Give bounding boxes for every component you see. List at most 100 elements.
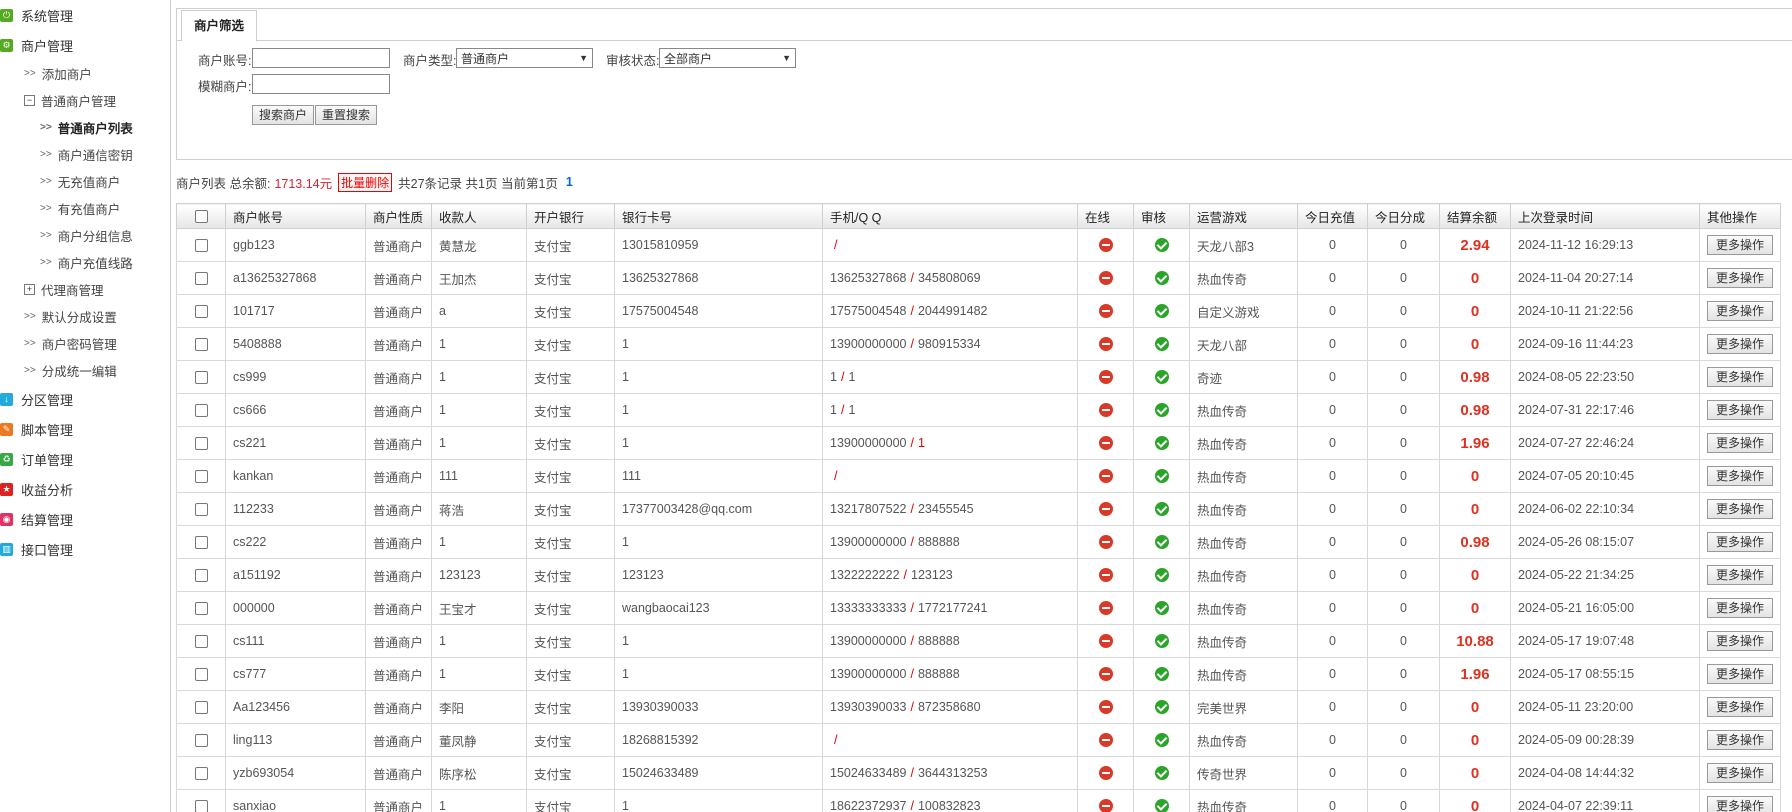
- sidebar-item-6[interactable]: >> 无充值商户: [0, 168, 170, 195]
- row-checkbox[interactable]: [194, 668, 208, 682]
- row-checkbox[interactable]: [194, 404, 208, 418]
- balance: 0: [1470, 302, 1480, 320]
- qq: 1772177241: [917, 601, 988, 615]
- audit-select[interactable]: 全部商户 ▼: [659, 48, 796, 68]
- account-input[interactable]: [252, 48, 390, 68]
- sidebar-item-19[interactable]: ▥ 接口管理: [0, 534, 170, 564]
- more-actions-button[interactable]: 更多操作: [1707, 532, 1774, 552]
- row-checkbox[interactable]: [194, 602, 208, 616]
- phone-qq-cell: /: [822, 228, 1078, 262]
- col-header-bank: 开户银行: [526, 203, 615, 229]
- sidebar-item-11[interactable]: >> 默认分成设置: [0, 303, 170, 330]
- table-row: a151192 普通商户 123123 支付宝 123123 1322222222/123…: [176, 558, 1782, 592]
- sidebar-item-8[interactable]: >> 商户分组信息: [0, 222, 170, 249]
- actions-cell: 更多操作: [1698, 327, 1782, 361]
- row-checkbox[interactable]: [194, 635, 208, 649]
- table-header-row: 商户帐号 商户性质 收款人 开户银行 银行卡号 手机/Q Q 在线 审核 运营游…: [176, 203, 1782, 229]
- sidebar-item-14[interactable]: ↓ 分区管理: [0, 384, 170, 414]
- type-select[interactable]: 普通商户 ▼: [456, 48, 593, 68]
- more-actions-button[interactable]: 更多操作: [1707, 334, 1774, 354]
- bank: 支付宝: [526, 294, 615, 328]
- page-link[interactable]: 1: [566, 175, 573, 189]
- row-checkbox[interactable]: [194, 437, 208, 451]
- table-row: cs111 普通商户 1 支付宝 1 13900000000/888888 热血传奇 0 0 10…: [176, 624, 1782, 658]
- sidebar-item-13[interactable]: >> 分成统一编辑: [0, 357, 170, 384]
- row-select-cell: [176, 393, 226, 427]
- sidebar-item-3[interactable]: − 普通商户管理: [0, 87, 170, 114]
- more-actions-button[interactable]: 更多操作: [1707, 301, 1774, 321]
- more-actions-button[interactable]: 更多操作: [1707, 400, 1774, 420]
- merchant-account: kankan: [225, 459, 366, 493]
- offline-icon: [1098, 766, 1113, 781]
- sidebar-item-18[interactable]: ◉ 结算管理: [0, 504, 170, 534]
- batch-delete-button[interactable]: 批量删除: [338, 172, 393, 192]
- more-actions-button[interactable]: 更多操作: [1707, 565, 1774, 585]
- row-checkbox[interactable]: [194, 239, 208, 253]
- audit-cell: [1133, 657, 1190, 691]
- row-checkbox[interactable]: [194, 734, 208, 748]
- more-actions-button[interactable]: 更多操作: [1707, 763, 1774, 783]
- sidebar-item-2[interactable]: >> 添加商户: [0, 60, 170, 87]
- collapse-icon[interactable]: −: [24, 95, 35, 106]
- offline-icon: [1098, 271, 1113, 286]
- balance-cell: 0: [1439, 261, 1511, 295]
- tab-merchant-filter[interactable]: 商户筛选: [181, 10, 258, 42]
- fuzzy-input[interactable]: [252, 74, 390, 94]
- row-checkbox[interactable]: [194, 536, 208, 550]
- row-checkbox[interactable]: [194, 569, 208, 583]
- game: 自定义游戏: [1189, 294, 1298, 328]
- row-checkbox[interactable]: [194, 767, 208, 781]
- sidebar-item-10[interactable]: + 代理商管理: [0, 276, 170, 303]
- row-checkbox[interactable]: [194, 800, 208, 812]
- sidebar-item-17[interactable]: ★ 收益分析: [0, 474, 170, 504]
- more-actions-button[interactable]: 更多操作: [1707, 235, 1774, 255]
- row-checkbox[interactable]: [194, 470, 208, 484]
- offline-icon: [1098, 469, 1113, 484]
- chart-icon: ▥: [0, 542, 13, 556]
- sidebar-item-arrow: >>: [40, 257, 52, 268]
- more-actions-button[interactable]: 更多操作: [1707, 466, 1774, 486]
- row-checkbox[interactable]: [194, 305, 208, 319]
- row-checkbox[interactable]: [194, 338, 208, 352]
- sidebar-item-5[interactable]: >> 商户通信密钥: [0, 141, 170, 168]
- more-actions-button[interactable]: 更多操作: [1707, 664, 1774, 684]
- more-actions-button[interactable]: 更多操作: [1707, 796, 1774, 812]
- expand-icon[interactable]: +: [24, 284, 35, 295]
- more-actions-button[interactable]: 更多操作: [1707, 268, 1774, 288]
- more-actions-button[interactable]: 更多操作: [1707, 730, 1774, 750]
- sidebar-item-0[interactable]: ⏻ 系统管理: [0, 0, 170, 30]
- search-button[interactable]: 搜索商户: [252, 105, 315, 125]
- more-actions-button[interactable]: 更多操作: [1707, 367, 1774, 387]
- sidebar-item-12[interactable]: >> 商户密码管理: [0, 330, 170, 357]
- row-checkbox[interactable]: [194, 371, 208, 385]
- sidebar-item-1[interactable]: ⚙ 商户管理: [0, 30, 170, 60]
- merchant-table: 商户帐号 商户性质 收款人 开户银行 银行卡号 手机/Q Q 在线 审核 运营游…: [176, 203, 1782, 812]
- more-actions-button[interactable]: 更多操作: [1707, 433, 1774, 453]
- bank-card: 1: [614, 327, 823, 361]
- balance: 10.88: [1456, 632, 1494, 650]
- actions-cell: 更多操作: [1698, 558, 1782, 592]
- sidebar-item-16[interactable]: ♻ 订单管理: [0, 444, 170, 474]
- sidebar-item-9[interactable]: >> 商户充值线路: [0, 249, 170, 276]
- balance: 0.98: [1460, 401, 1490, 419]
- more-actions-button[interactable]: 更多操作: [1707, 499, 1774, 519]
- sidebar-item-4[interactable]: >> 普通商户列表: [0, 114, 170, 141]
- reset-button[interactable]: 重置搜索: [315, 105, 378, 125]
- more-actions-button[interactable]: 更多操作: [1707, 631, 1774, 651]
- row-checkbox[interactable]: [194, 701, 208, 715]
- table-row: cs221 普通商户 1 支付宝 1 13900000000/1 热血传奇 0 0 1.96 202…: [176, 426, 1782, 460]
- select-all-checkbox[interactable]: [194, 210, 208, 224]
- phone-qq-cell: 17575004548/2044991482: [822, 294, 1078, 328]
- sidebar-item-15[interactable]: ✎ 脚本管理: [0, 414, 170, 444]
- balance-cell: 0: [1439, 294, 1511, 328]
- more-actions-button[interactable]: 更多操作: [1707, 598, 1774, 618]
- payee: 123123: [431, 558, 527, 592]
- row-checkbox[interactable]: [194, 272, 208, 286]
- more-actions-button[interactable]: 更多操作: [1707, 697, 1774, 717]
- today-share: 0: [1367, 591, 1440, 625]
- col-header-audit: 审核: [1133, 203, 1190, 229]
- row-checkbox[interactable]: [194, 503, 208, 517]
- game: 热血传奇: [1189, 393, 1298, 427]
- sidebar-item-label: 商户分组信息: [57, 230, 133, 244]
- sidebar-item-7[interactable]: >> 有充值商户: [0, 195, 170, 222]
